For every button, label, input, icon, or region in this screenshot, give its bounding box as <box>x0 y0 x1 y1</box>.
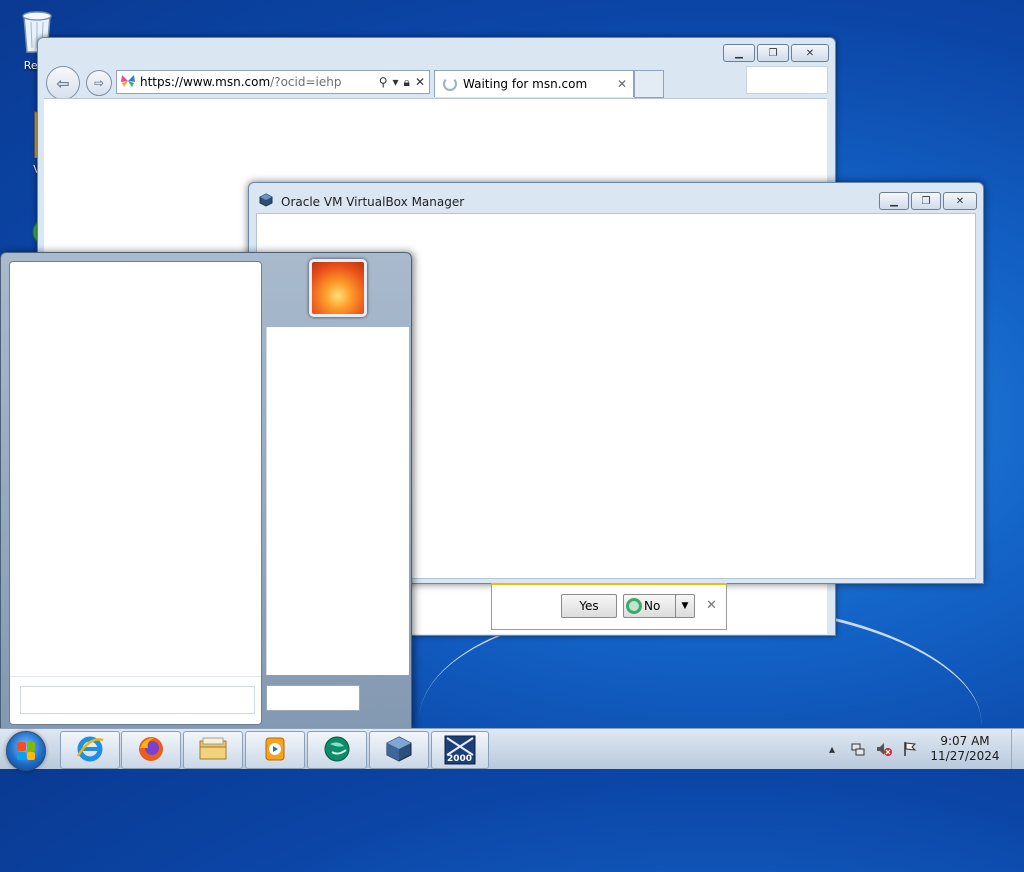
system-tray: ▴ 9:07 AM 11/27/2024 <box>819 729 1024 769</box>
windows-2000-icon: 2000 <box>444 735 476 765</box>
shutdown-button[interactable] <box>266 685 360 711</box>
taskbar-virtualbox[interactable] <box>369 731 429 769</box>
ie-caption-buttons: ▁ ❐ ✕ <box>723 44 829 62</box>
folder-icon <box>197 735 229 766</box>
close-button[interactable]: ✕ <box>791 44 829 62</box>
no-button[interactable]: No <box>623 594 681 618</box>
lock-icon[interactable]: 🔒︎ <box>404 75 410 90</box>
start-menu-programs-pane[interactable] <box>9 261 262 725</box>
minimize-button[interactable]: ▁ <box>879 192 909 210</box>
show-desktop-button[interactable] <box>1011 729 1024 769</box>
busy-cursor-icon <box>626 598 642 614</box>
dropdown-arrow-icon[interactable]: ▾ <box>393 75 399 90</box>
taskbar-media-player[interactable] <box>245 731 305 769</box>
start-menu-places-pane[interactable] <box>266 327 409 675</box>
restore-icon: ❐ <box>768 47 778 59</box>
close-button[interactable]: ✕ <box>943 192 977 210</box>
taskbar-clock[interactable]: 9:07 AM 11/27/2024 <box>923 734 1007 764</box>
taskbar-network-app[interactable] <box>307 731 367 769</box>
firefox-icon <box>136 734 166 767</box>
taskbar: 2000 ▴ 9:07 AM 11/27/2024 <box>0 728 1024 771</box>
taskbar-firefox[interactable] <box>121 731 181 769</box>
forward-button[interactable]: ⇨ <box>86 70 112 96</box>
address-bar[interactable]: https://www.msn.com/?ocid=iehp ⚲ ▾ 🔒︎ ✕ <box>116 70 430 94</box>
virtualbox-icon <box>385 735 413 766</box>
taskbar-windows-explorer[interactable] <box>183 731 243 769</box>
taskbar-windows-2000-vm[interactable]: 2000 <box>431 731 489 769</box>
tab-msn[interactable]: Waiting for msn.com ✕ <box>434 70 634 97</box>
yes-button[interactable]: Yes <box>561 594 617 618</box>
clock-date: 11/27/2024 <box>930 749 1000 763</box>
vm-badge-label: 2000 <box>447 754 473 764</box>
minimize-button[interactable]: ▁ <box>723 44 755 62</box>
green-globe-icon <box>322 734 352 767</box>
minimize-icon: ▁ <box>890 195 898 207</box>
tab-close-icon[interactable]: ✕ <box>617 77 627 91</box>
start-button[interactable] <box>6 731 46 771</box>
minimize-icon: ▁ <box>735 47 743 59</box>
windows-logo-icon <box>17 742 35 760</box>
address-host: https://www.msn.com <box>140 75 271 89</box>
tab-title: Waiting for msn.com <box>463 77 588 91</box>
start-menu-separator <box>10 676 261 677</box>
restore-button[interactable]: ❐ <box>911 192 941 210</box>
msn-butterfly-icon <box>120 74 136 91</box>
close-icon: ✕ <box>805 47 815 59</box>
media-player-icon <box>261 735 289 766</box>
vbox-title: Oracle VM VirtualBox Manager <box>281 194 465 209</box>
vbox-caption-buttons: ▁ ❐ ✕ <box>879 192 977 210</box>
search-icon[interactable]: ⚲ <box>379 75 388 90</box>
back-arrow-icon: ⇦ <box>56 73 70 93</box>
start-search-input[interactable] <box>20 686 255 714</box>
stop-icon[interactable]: ✕ <box>415 75 425 90</box>
restore-button[interactable]: ❐ <box>757 44 789 62</box>
user-picture-avatar[interactable] <box>309 259 367 317</box>
start-menu <box>0 252 412 730</box>
new-tab-button[interactable] <box>634 70 664 98</box>
no-dropdown-button[interactable]: ▼ <box>675 594 695 618</box>
taskbar-internet-explorer[interactable] <box>60 731 120 769</box>
notification-close-icon[interactable]: ✕ <box>706 598 717 613</box>
back-button[interactable]: ⇦ <box>46 66 80 100</box>
ie-toolbar-area <box>746 66 828 94</box>
show-hidden-icons-icon[interactable]: ▴ <box>823 740 841 758</box>
ie-notification-bar: Yes No ▼ ✕ <box>491 583 727 630</box>
virtualbox-cube-icon <box>259 193 273 210</box>
network-icon[interactable] <box>849 740 867 758</box>
dropdown-arrow-icon: ▼ <box>681 601 689 611</box>
action-center-flag-icon[interactable] <box>901 740 919 758</box>
vbox-title-bar: Oracle VM VirtualBox Manager <box>259 193 464 210</box>
close-icon: ✕ <box>955 195 965 207</box>
address-tools: ⚲ ▾ 🔒︎ ✕ <box>379 75 425 90</box>
volume-muted-icon[interactable] <box>875 740 893 758</box>
address-path: /?ocid=iehp <box>270 75 342 89</box>
clock-time: 9:07 AM <box>940 734 990 748</box>
address-url[interactable]: https://www.msn.com/?ocid=iehp <box>140 75 379 89</box>
restore-icon: ❐ <box>921 195 931 207</box>
loading-spinner-icon <box>443 77 457 91</box>
no-button-label: No <box>644 599 661 613</box>
forward-arrow-icon: ⇨ <box>93 76 105 90</box>
internet-explorer-icon <box>75 734 105 767</box>
